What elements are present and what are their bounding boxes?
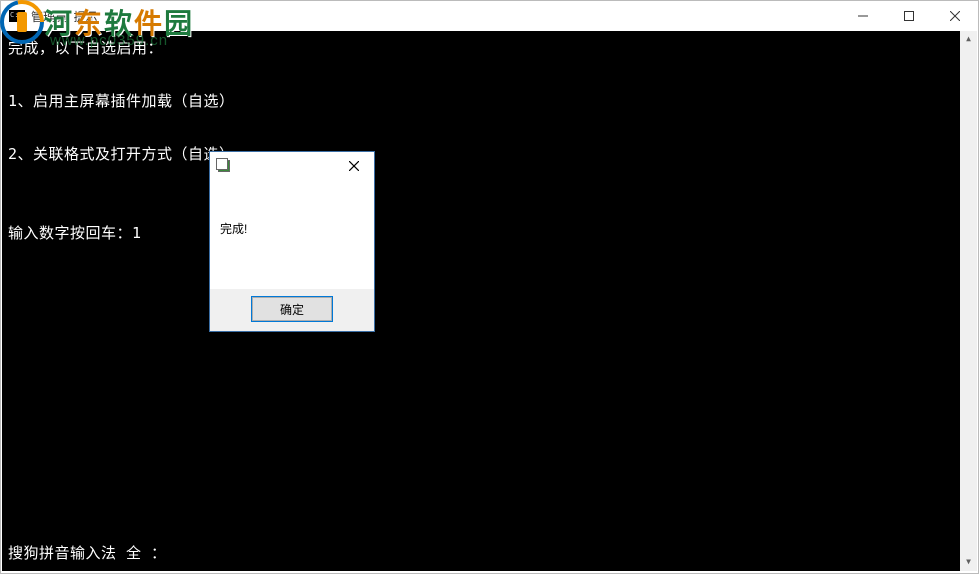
- console-content: 完成，以下自选启用： 1、启用主屏幕插件加载（自选） 2、关联格式及打开方式（自…: [2, 31, 977, 247]
- console-line: [8, 168, 969, 194]
- cmd-icon: [9, 10, 25, 22]
- dialog-app-icon: [216, 158, 232, 174]
- scrollbar-up[interactable]: ▲: [960, 31, 977, 48]
- dialog-buttons: 确定: [210, 289, 374, 331]
- console-line: 2、关联格式及打开方式（自选）: [8, 141, 969, 168]
- minimize-button[interactable]: [840, 1, 886, 31]
- main-window: 管理员: 提示 完成，以下自选启用： 1、启用主屏幕插件加载（自选） 2、关联格…: [0, 0, 979, 574]
- window-controls: [840, 1, 978, 31]
- console-line: 1、启用主屏幕插件加载（自选）: [8, 88, 969, 115]
- ok-button[interactable]: 确定: [252, 297, 332, 321]
- console-line: 输入数字按回车：1: [8, 220, 969, 247]
- titlebar: 管理员: 提示: [1, 1, 978, 31]
- maximize-button[interactable]: [886, 1, 932, 31]
- dialog-message: 完成!: [220, 220, 364, 237]
- window-title: 管理员: 提示: [31, 8, 98, 25]
- close-button[interactable]: [932, 1, 978, 31]
- scrollbar[interactable]: ▲ ▼: [960, 31, 977, 571]
- console-line: 完成，以下自选启用：: [8, 35, 969, 62]
- ime-status: 搜狗拼音输入法 全 ：: [8, 540, 167, 567]
- console-line: [8, 62, 969, 88]
- console-line: [8, 115, 969, 141]
- message-dialog: 完成! 确定: [209, 151, 375, 332]
- console-area[interactable]: 完成，以下自选启用： 1、启用主屏幕插件加载（自选） 2、关联格式及打开方式（自…: [2, 31, 977, 571]
- dialog-close-button[interactable]: [338, 154, 370, 178]
- dialog-titlebar[interactable]: [210, 152, 374, 180]
- dialog-body: 完成!: [210, 180, 374, 289]
- scrollbar-down[interactable]: ▼: [960, 554, 977, 571]
- console-line: [8, 194, 969, 220]
